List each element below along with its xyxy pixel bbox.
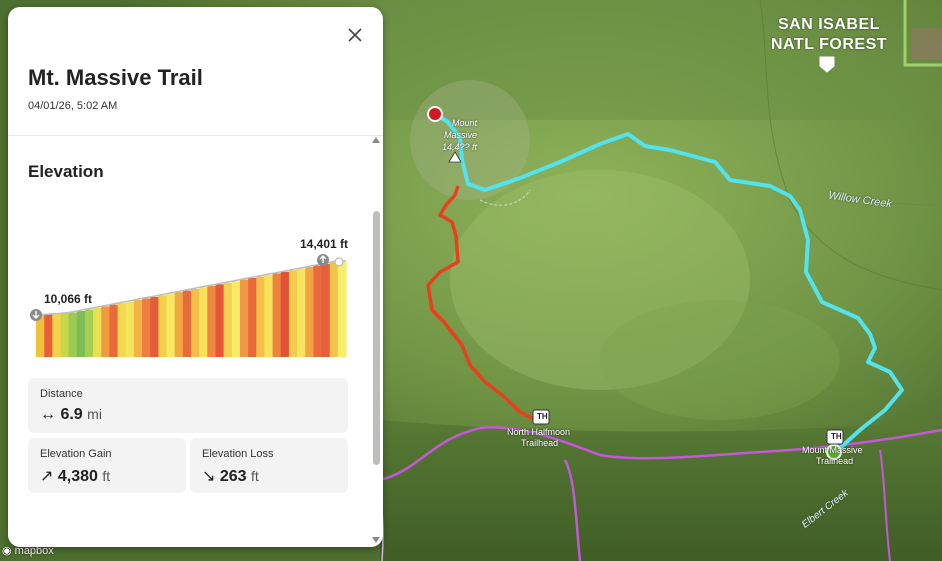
elevation-bar [223,282,233,357]
elevation-bar [117,303,127,357]
elevation-bar [84,309,94,357]
scroll-down-icon[interactable] [372,537,380,543]
elevation-bar [44,314,53,357]
elevation-bar [101,306,111,357]
elevation-bar [264,274,274,357]
elevation-bar [174,292,184,357]
elevation-heading: Elevation [28,162,104,181]
arrow-up-right-icon: ↗ [40,468,54,485]
elevation-loss-card: Elevation Loss ↘ 263 ft [190,438,348,493]
scrollbar[interactable] [371,135,381,547]
mount-massive-th-label-2: Trailhead [816,456,854,466]
elevation-bar [68,312,78,357]
distance-card: Distance ↔ 6.9 mi [28,378,348,433]
elevation-bar [36,315,45,357]
north-halfmoon-label-2: Trailhead [521,438,559,448]
divider [8,135,383,136]
elevation-bar [52,313,62,357]
summit-label-line3: 14,4?? ft [442,142,478,152]
elevation-loss-label: Elevation Loss [202,448,274,460]
forest-label-line2: NATL FOREST [771,36,888,53]
trail-info-panel: Mt. Massive Trail 04/01/26, 5:02 AM Elev… [8,7,383,547]
scrollbar-thumb[interactable] [373,211,380,465]
elevation-bar [297,268,306,357]
elevation-bar [142,298,151,357]
th-badge-text-1: TH [537,412,548,421]
elevation-chart[interactable]: 14,401 ft 10,066 ft [26,232,356,357]
elevation-bar [158,295,168,357]
trail-title: Mt. Massive Trail [28,65,203,90]
elevation-bar [215,284,225,357]
elevation-bar [125,301,135,357]
elevation-gain-value: ↗ 4,380 ft [40,468,111,485]
min-elevation-label: 10,066 ft [44,292,93,306]
elevation-bar [321,263,331,357]
elevation-bar [133,300,143,357]
elevation-bar [109,304,119,357]
elevation-bar [76,311,86,357]
elevation-gain-label: Elevation Gain [40,448,112,460]
th-badge-text-2: TH [831,432,842,441]
scroll-up-icon[interactable] [372,137,380,143]
elevation-bar [288,270,298,357]
elevation-bar [93,307,102,357]
arrow-horizontal-icon: ↔ [40,406,56,423]
elevation-bar [313,265,323,357]
elevation-bar [199,287,208,357]
elevation-bar [272,273,282,357]
north-halfmoon-label-1: North Halfmoon [507,427,571,437]
elevation-bar [337,260,347,357]
elevation-bar [150,296,159,357]
summit-label-line1: Mount [452,118,478,128]
elevation-bar [329,262,339,357]
elevation-gain-card: Elevation Gain ↗ 4,380 ft [28,438,186,493]
distance-value: ↔ 6.9 mi [40,406,102,423]
mount-massive-th-label-1: Mount Massive [802,445,863,455]
trail-date: 04/01/26, 5:02 AM [28,100,118,112]
close-button[interactable] [341,21,369,49]
distance-label: Distance [40,388,83,400]
end-point-marker [334,257,344,267]
summit-label-line2: Massive [444,130,478,140]
close-icon [348,28,362,42]
forest-label-line1: SAN ISABEL [778,16,880,33]
elevation-bar [191,289,200,357]
arrow-down-right-icon: ↘ [202,468,216,485]
elevation-bar [280,271,290,357]
elevation-bar [182,290,192,357]
max-elevation-label: 14,401 ft [300,237,349,251]
elevation-bar [231,281,241,357]
elevation-loss-value: ↘ 263 ft [202,468,259,485]
elevation-bar [305,267,314,357]
elevation-bar [207,285,217,357]
end-marker[interactable] [427,106,443,122]
mapbox-logo-icon: ◉ [2,545,15,557]
elevation-bar [248,278,257,357]
elevation-bar [256,276,266,357]
elevation-bar [166,293,176,357]
elevation-bar [239,279,249,357]
elevation-bar [60,313,70,357]
